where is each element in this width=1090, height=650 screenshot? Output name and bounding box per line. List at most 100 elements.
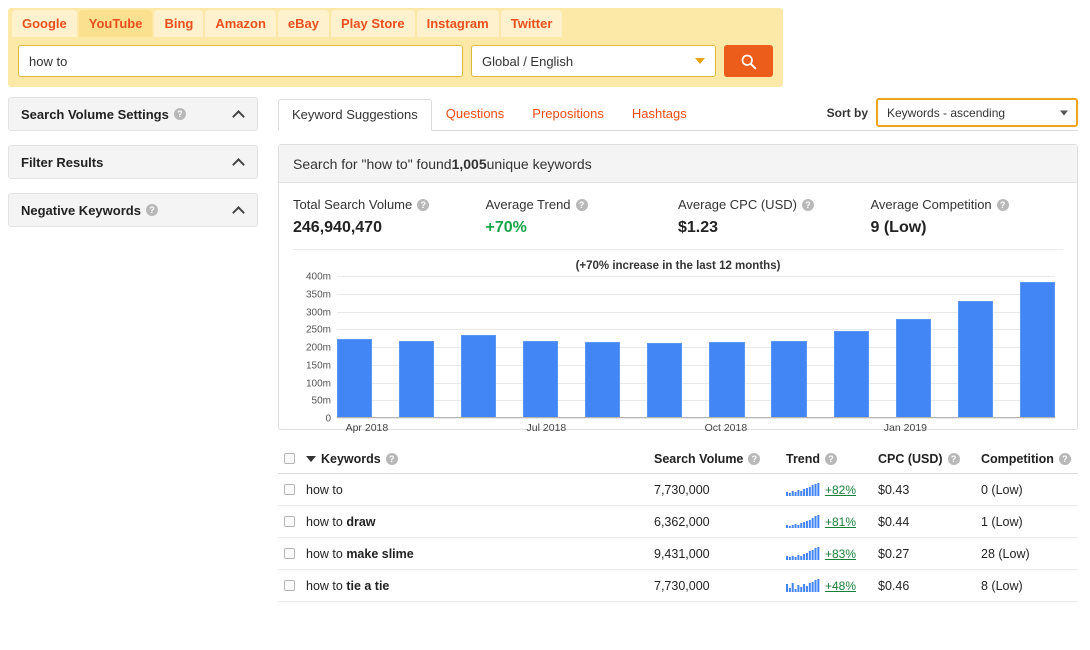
help-icon[interactable]: ?	[174, 108, 186, 120]
column-keywords[interactable]: Keywords?	[306, 452, 654, 466]
column-competition[interactable]: Competition?	[981, 452, 1078, 466]
engine-tab-twitter[interactable]: Twitter	[501, 10, 563, 37]
tab-hashtags[interactable]: Hashtags	[618, 98, 701, 130]
cell-search-volume: 7,730,000	[654, 483, 786, 497]
chart-title: (+70% increase in the last 12 months)	[293, 260, 1063, 272]
chart-bar[interactable]	[1020, 282, 1055, 418]
y-tick-label: 400m	[306, 272, 331, 283]
engine-tab-instagram[interactable]: Instagram	[417, 10, 499, 37]
sort-control: Sort by Keywords - ascending	[827, 98, 1078, 127]
cell-search-volume: 9,431,000	[654, 547, 786, 561]
engine-tab-ebay[interactable]: eBay	[278, 10, 329, 37]
chart-bar[interactable]	[834, 331, 869, 418]
headline-prefix: Search for "how to" found	[293, 156, 452, 172]
engine-tab-youtube[interactable]: YouTube	[79, 10, 153, 37]
chart-bar[interactable]	[771, 341, 806, 418]
cell-keyword[interactable]: how to draw	[306, 515, 654, 529]
stat-value: +70%	[486, 219, 679, 237]
stat-label-text: Total Search Volume	[293, 197, 412, 212]
chart-bar[interactable]	[647, 343, 682, 418]
stat-value: $1.23	[678, 219, 871, 237]
column-competition-label: Competition	[981, 452, 1054, 466]
help-icon[interactable]: ?	[802, 199, 814, 211]
sidebar-panel-filter-results[interactable]: Filter Results	[8, 145, 258, 179]
help-icon[interactable]: ?	[997, 199, 1009, 211]
locale-select[interactable]: Global / English	[471, 45, 716, 77]
sidebar-panel-search-volume-settings[interactable]: Search Volume Settings?	[8, 97, 258, 131]
trend-percent[interactable]: +81%	[825, 515, 856, 529]
help-icon[interactable]: ?	[576, 199, 588, 211]
sort-desc-icon	[306, 456, 316, 462]
help-icon[interactable]: ?	[1059, 453, 1071, 465]
engine-tab-amazon[interactable]: Amazon	[205, 10, 276, 37]
row-checkbox[interactable]	[284, 580, 295, 591]
help-icon[interactable]: ?	[748, 453, 760, 465]
help-icon[interactable]: ?	[417, 199, 429, 211]
sidebar-panel-label: Filter Results	[21, 155, 103, 170]
cell-keyword[interactable]: how to make slime	[306, 547, 654, 561]
x-tick-label: Oct 2018	[705, 422, 748, 434]
row-checkbox[interactable]	[284, 484, 295, 495]
engine-tab-google[interactable]: Google	[12, 10, 77, 37]
engine-tab-play-store[interactable]: Play Store	[331, 10, 415, 37]
table-row[interactable]: how to7,730,000+82%$0.430 (Low)	[278, 474, 1078, 506]
row-select-cell	[284, 548, 306, 559]
chart-bar[interactable]	[896, 319, 931, 418]
y-tick-label: 350m	[306, 289, 331, 300]
search-input[interactable]	[18, 45, 463, 77]
tab-questions[interactable]: Questions	[432, 98, 519, 130]
sort-select[interactable]: Keywords - ascending	[876, 98, 1078, 127]
chart-bar[interactable]	[585, 342, 620, 418]
help-icon[interactable]: ?	[948, 453, 960, 465]
y-tick-label: 300m	[306, 307, 331, 318]
help-icon[interactable]: ?	[146, 204, 158, 216]
row-checkbox[interactable]	[284, 516, 295, 527]
trend-sparkline-icon	[786, 483, 820, 496]
tab-prepositions[interactable]: Prepositions	[518, 98, 618, 130]
cell-cpc: $0.46	[878, 579, 981, 593]
cell-trend: +82%	[786, 483, 878, 497]
column-trend[interactable]: Trend?	[786, 452, 878, 466]
trend-percent[interactable]: +83%	[825, 547, 856, 561]
search-button[interactable]	[724, 45, 773, 77]
keyword-prefix: how to	[306, 515, 346, 529]
cell-trend: +83%	[786, 547, 878, 561]
cell-search-volume: 6,362,000	[654, 515, 786, 529]
cell-cpc: $0.44	[878, 515, 981, 529]
cell-keyword[interactable]: how to	[306, 483, 654, 497]
cell-competition: 1 (Low)	[981, 515, 1078, 529]
sort-by-label: Sort by	[827, 106, 868, 120]
sidebar-panel-label: Negative Keywords	[21, 203, 141, 218]
row-checkbox[interactable]	[284, 548, 295, 559]
main-content: Keyword SuggestionsQuestionsPrepositions…	[278, 95, 1078, 602]
result-tabs: Keyword SuggestionsQuestionsPrepositions…	[278, 95, 1078, 131]
row-select-cell	[284, 516, 306, 527]
keywords-table: Keywords? Search Volume? Trend? CPC (USD…	[278, 444, 1078, 602]
chart-bar[interactable]	[337, 339, 372, 418]
column-search-volume[interactable]: Search Volume?	[654, 452, 786, 466]
chart-bar[interactable]	[461, 335, 496, 418]
table-row[interactable]: how to draw6,362,000 +81% $0.441 (Low)	[278, 506, 1078, 538]
chart-bar[interactable]	[958, 301, 993, 418]
chart-bar[interactable]	[399, 341, 434, 418]
column-search-volume-label: Search Volume	[654, 452, 743, 466]
engine-tab-bing[interactable]: Bing	[154, 10, 203, 37]
sidebar-panel-negative-keywords[interactable]: Negative Keywords?	[8, 193, 258, 227]
table-row[interactable]: how to tie a tie7,730,000+48%$0.468 (Low…	[278, 570, 1078, 602]
chevron-up-icon	[232, 158, 245, 171]
chart-bar[interactable]	[709, 342, 744, 418]
help-icon[interactable]: ?	[825, 453, 837, 465]
tab-keyword-suggestions[interactable]: Keyword Suggestions	[278, 99, 432, 131]
stat-average-competition: Average Competition?9 (Low)	[871, 197, 1064, 237]
keyword-highlight: make slime	[346, 547, 413, 561]
trend-percent[interactable]: +48%	[825, 579, 856, 593]
chart-bar[interactable]	[523, 341, 558, 418]
trend-percent[interactable]: +82%	[825, 483, 856, 497]
column-cpc[interactable]: CPC (USD)?	[878, 452, 981, 466]
row-select-cell	[284, 484, 306, 495]
table-row[interactable]: how to make slime9,431,000+83%$0.2728 (L…	[278, 538, 1078, 570]
select-all-checkbox[interactable]	[284, 453, 295, 464]
x-tick-label: Apr 2018	[346, 422, 389, 434]
help-icon[interactable]: ?	[386, 453, 398, 465]
cell-keyword[interactable]: how to tie a tie	[306, 579, 654, 593]
